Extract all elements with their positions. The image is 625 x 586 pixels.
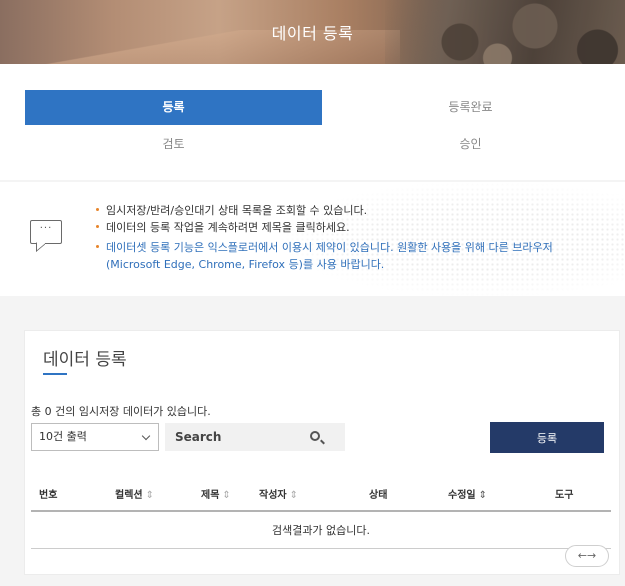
- bubble-dots: ···: [39, 223, 53, 234]
- notice-item: 데이터의 등록 작업을 계속하려면 제목을 클릭하세요.: [96, 219, 596, 236]
- empty-result-row: 검색결과가 없습니다.: [31, 513, 611, 549]
- horizontal-scroll-icon[interactable]: ←→: [565, 545, 609, 567]
- panel-title: 데이터 등록: [43, 350, 127, 370]
- column-status: 상태: [369, 490, 388, 501]
- page-size-select[interactable]: 10건 출력: [31, 423, 159, 451]
- chevron-down-icon: [141, 431, 151, 441]
- column-author[interactable]: 작성자 ⇕: [259, 486, 298, 501]
- search-icon[interactable]: [310, 431, 320, 441]
- notice-box: ··· 임시저장/반려/승인대기 상태 목록을 조회할 수 있습니다. 데이터의…: [0, 182, 625, 296]
- step-register-complete[interactable]: 등록완료: [322, 90, 619, 125]
- result-count: 총 0 건의 임시저장 데이터가 있습니다.: [31, 405, 211, 418]
- notice-list: 임시저장/반려/승인대기 상태 목록을 조회할 수 있습니다. 데이터의 등록 …: [96, 202, 596, 273]
- speech-bubble-icon: ···: [30, 220, 62, 244]
- search-box: [165, 423, 345, 451]
- page-size-value: 10건 출력: [39, 430, 87, 443]
- column-number: 번호: [39, 490, 58, 501]
- sort-icon[interactable]: ⇕: [222, 490, 230, 501]
- column-modified-date[interactable]: 수정일 ⇕: [448, 486, 487, 501]
- sort-icon[interactable]: ⇕: [290, 490, 298, 501]
- sort-icon[interactable]: ⇕: [146, 490, 154, 501]
- hero-banner: 데이터 등록: [0, 0, 625, 64]
- register-button[interactable]: 등록: [490, 422, 604, 453]
- step-register[interactable]: 등록: [25, 90, 322, 125]
- step-review[interactable]: 검토: [25, 126, 322, 162]
- page-title: 데이터 등록: [271, 24, 354, 43]
- notice-item: 임시저장/반려/승인대기 상태 목록을 조회할 수 있습니다.: [96, 202, 596, 219]
- sort-icon[interactable]: ⇕: [479, 490, 487, 501]
- notice-browser-warning: 데이터셋 등록 기능은 익스플로러에서 이용시 제약이 있습니다. 원활한 사용…: [96, 239, 596, 273]
- column-collection[interactable]: 컬렉션 ⇕: [115, 486, 154, 501]
- step-approve[interactable]: 승인: [322, 126, 619, 162]
- title-underline: [43, 373, 67, 375]
- column-tools: 도구: [555, 490, 574, 501]
- column-title[interactable]: 제목 ⇕: [201, 486, 231, 501]
- search-input[interactable]: [165, 423, 305, 451]
- registration-steps: 등록 등록완료 검토 승인: [0, 64, 625, 180]
- data-registration-panel: 데이터 등록 총 0 건의 임시저장 데이터가 있습니다. 10건 출력 등록 …: [24, 330, 620, 575]
- table-header: 번호 컬렉션 ⇕ 제목 ⇕ 작성자 ⇕ 상태 수정일 ⇕ 도구: [31, 476, 611, 512]
